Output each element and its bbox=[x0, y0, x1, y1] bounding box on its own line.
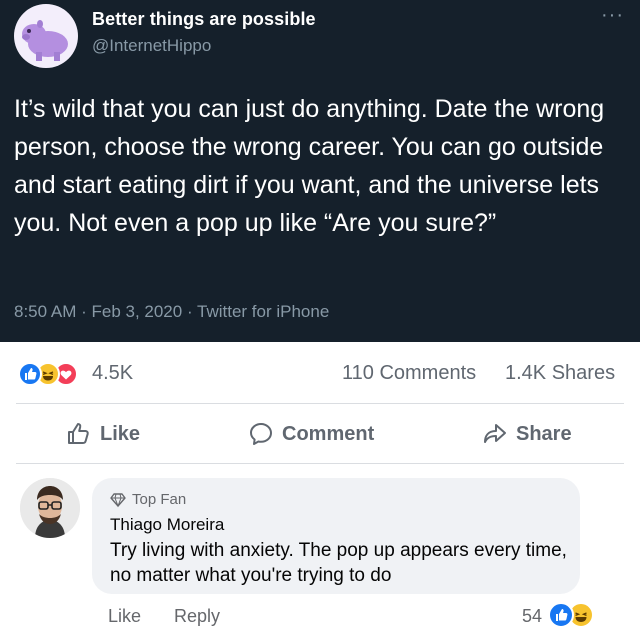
tweet-timestamp: 8:50 AM · Feb 3, 2020 · Twitter for iPho… bbox=[14, 302, 330, 321]
like-reaction-icon bbox=[548, 602, 574, 628]
shares-count-link[interactable]: 1.4K Shares bbox=[505, 362, 615, 385]
commenter-name[interactable]: Thiago Moreira bbox=[110, 515, 224, 535]
comment-button[interactable]: Comment bbox=[248, 418, 374, 450]
share-button[interactable]: Share bbox=[482, 418, 572, 450]
tweet-author-name[interactable]: Better things are possible bbox=[92, 9, 316, 30]
comment-bubble-icon bbox=[250, 423, 272, 445]
diamond-badge-icon bbox=[110, 492, 126, 507]
hippo-avatar[interactable] bbox=[14, 4, 78, 68]
reaction-count[interactable]: 4.5K bbox=[92, 362, 133, 385]
comment-reaction-count[interactable]: 54 bbox=[522, 606, 542, 627]
comment-like-link[interactable]: Like bbox=[108, 606, 141, 627]
tweet-author-handle[interactable]: @InternetHippo bbox=[92, 36, 211, 56]
divider bbox=[16, 463, 624, 464]
top-fan-label: Top Fan bbox=[132, 491, 187, 508]
tweet-card: Better things are possible @InternetHipp… bbox=[0, 0, 640, 342]
top-fan-badge: Top Fan bbox=[110, 491, 186, 508]
comment-reply-link[interactable]: Reply bbox=[174, 606, 220, 627]
comment-button-label: Comment bbox=[282, 422, 375, 445]
commenter-avatar[interactable] bbox=[20, 478, 80, 538]
comments-count-link[interactable]: 110 Comments bbox=[342, 362, 476, 385]
comment-text: Try living with anxiety. The pop up appe… bbox=[110, 540, 567, 586]
more-options-icon[interactable]: ··· bbox=[601, 4, 624, 27]
tweet-text: It’s wild that you can just do anything.… bbox=[14, 95, 605, 237]
post-actions-bar: Like Comment Share bbox=[0, 404, 640, 464]
like-button-label: Like bbox=[100, 422, 141, 445]
share-arrow-icon bbox=[484, 424, 506, 443]
like-reaction-icon bbox=[18, 362, 42, 386]
post-reactions-summary[interactable]: 4.5K 110 Comments 1.4K Shares bbox=[0, 342, 640, 402]
thumbs-up-icon bbox=[68, 423, 89, 444]
share-button-label: Share bbox=[516, 422, 572, 445]
like-button[interactable]: Like bbox=[66, 418, 140, 450]
comment-bubble: Top Fan Thiago Moreira Try living with a… bbox=[92, 478, 580, 594]
